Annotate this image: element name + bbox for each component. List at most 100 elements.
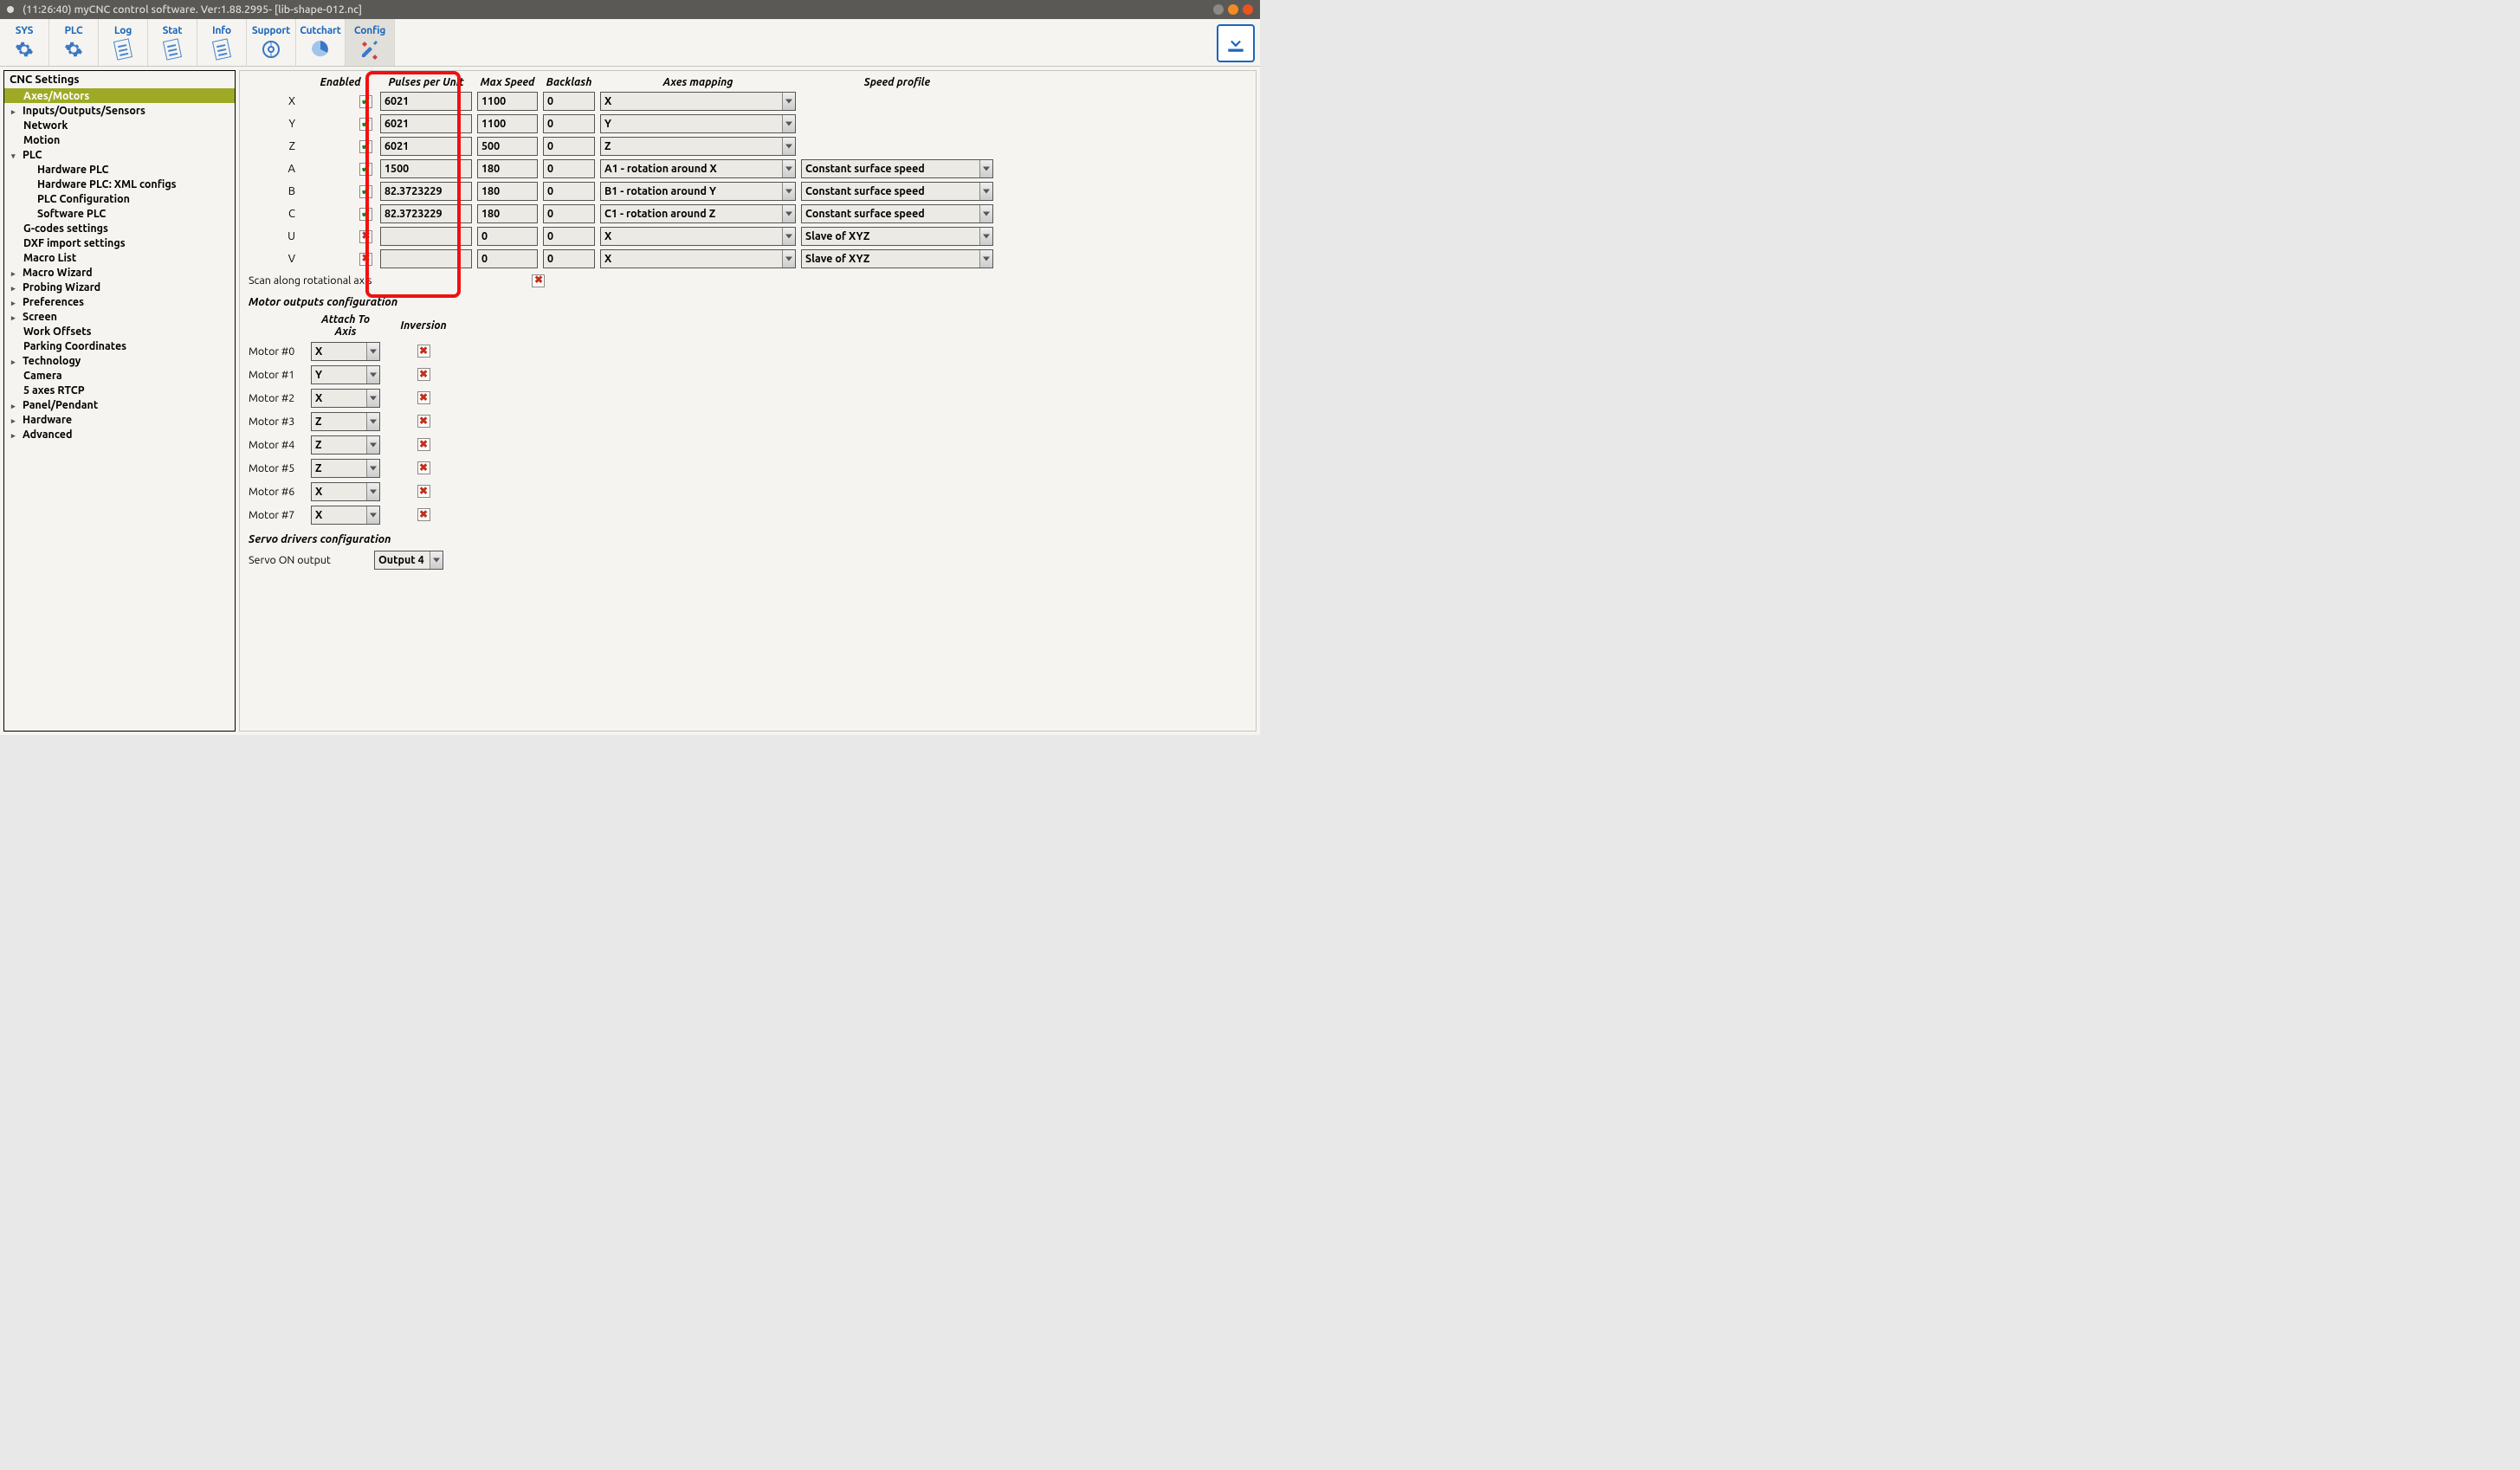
profile-select[interactable]: Slave of XYZ: [801, 249, 993, 268]
sidebar-item[interactable]: Hardware PLC: XML configs: [4, 177, 235, 191]
app-menu-dot[interactable]: [7, 6, 14, 13]
motor-axis-select[interactable]: Z: [311, 412, 380, 431]
backlash-input[interactable]: [543, 249, 595, 268]
servo-output-select[interactable]: Output 4: [374, 551, 443, 570]
maxspeed-input[interactable]: [477, 249, 538, 268]
minimize-button[interactable]: [1213, 4, 1224, 15]
axis-enabled-checkbox[interactable]: [359, 185, 372, 198]
toolbar-stat[interactable]: Stat: [148, 19, 197, 66]
motor-inversion-checkbox[interactable]: [417, 508, 430, 521]
axis-enabled-checkbox[interactable]: [359, 95, 372, 108]
ppu-input[interactable]: [380, 114, 472, 133]
motor-axis-select[interactable]: Y: [311, 365, 380, 384]
sidebar-item[interactable]: ▸Panel/Pendant: [4, 397, 235, 412]
maxspeed-input[interactable]: [477, 159, 538, 178]
toolbar-info[interactable]: Info: [197, 19, 247, 66]
toolbar-cutchart[interactable]: Cutchart: [296, 19, 346, 66]
motor-axis-select[interactable]: X: [311, 389, 380, 408]
mapping-select[interactable]: X: [600, 227, 796, 246]
backlash-input[interactable]: [543, 114, 595, 133]
sidebar-item[interactable]: Parking Coordinates: [4, 338, 235, 353]
axis-enabled-checkbox[interactable]: [359, 230, 372, 243]
ppu-input[interactable]: [380, 137, 472, 156]
backlash-input[interactable]: [543, 204, 595, 223]
backlash-input[interactable]: [543, 92, 595, 111]
sidebar-item[interactable]: ▸Probing Wizard: [4, 280, 235, 294]
sidebar-item[interactable]: ▸Macro Wizard: [4, 265, 235, 280]
sidebar-item[interactable]: Camera: [4, 368, 235, 383]
motor-axis-select[interactable]: X: [311, 506, 380, 525]
sidebar-item[interactable]: Motion: [4, 132, 235, 147]
sidebar-item[interactable]: G-codes settings: [4, 221, 235, 235]
backlash-input[interactable]: [543, 227, 595, 246]
maxspeed-input[interactable]: [477, 137, 538, 156]
sidebar-item[interactable]: Network: [4, 118, 235, 132]
ppu-input[interactable]: [380, 204, 472, 223]
maxspeed-input[interactable]: [477, 92, 538, 111]
sidebar-item[interactable]: Work Offsets: [4, 324, 235, 338]
sidebar-item[interactable]: ▸Screen: [4, 309, 235, 324]
maxspeed-input[interactable]: [477, 204, 538, 223]
ppu-input[interactable]: [380, 92, 472, 111]
ppu-input[interactable]: [380, 159, 472, 178]
axis-enabled-checkbox[interactable]: [359, 163, 372, 176]
motor-inversion-checkbox[interactable]: [417, 438, 430, 451]
axis-enabled-checkbox[interactable]: [359, 208, 372, 221]
mapping-select[interactable]: X: [600, 249, 796, 268]
profile-select[interactable]: Constant surface speed: [801, 182, 993, 201]
axis-enabled-checkbox[interactable]: [359, 253, 372, 266]
ppu-input[interactable]: [380, 249, 472, 268]
sidebar-item[interactable]: Hardware PLC: [4, 162, 235, 177]
sidebar-item[interactable]: 5 axes RTCP: [4, 383, 235, 397]
sidebar-item[interactable]: ▸Technology: [4, 353, 235, 368]
sidebar-item[interactable]: ▸Hardware: [4, 412, 235, 427]
profile-select[interactable]: Slave of XYZ: [801, 227, 993, 246]
mapping-select[interactable]: X: [600, 92, 796, 111]
motor-axis-select[interactable]: Z: [311, 435, 380, 455]
toolbar-plc[interactable]: PLC: [49, 19, 99, 66]
maxspeed-input[interactable]: [477, 227, 538, 246]
mapping-select[interactable]: C1 - rotation around Z: [600, 204, 796, 223]
motor-inversion-checkbox[interactable]: [417, 485, 430, 498]
sidebar-item[interactable]: ▾PLC: [4, 147, 235, 162]
scan-checkbox[interactable]: [532, 274, 545, 287]
ppu-input[interactable]: [380, 182, 472, 201]
toolbar-config[interactable]: Config: [346, 19, 395, 66]
sidebar-item[interactable]: DXF import settings: [4, 235, 235, 250]
motor-axis-select[interactable]: X: [311, 482, 380, 501]
backlash-input[interactable]: [543, 182, 595, 201]
sidebar-item[interactable]: PLC Configuration: [4, 191, 235, 206]
maxspeed-input[interactable]: [477, 114, 538, 133]
mapping-select[interactable]: A1 - rotation around X: [600, 159, 796, 178]
motor-axis-select[interactable]: X: [311, 342, 380, 361]
sidebar-item[interactable]: ▸Preferences: [4, 294, 235, 309]
close-button[interactable]: [1243, 4, 1253, 15]
motor-inversion-checkbox[interactable]: [417, 345, 430, 358]
maxspeed-input[interactable]: [477, 182, 538, 201]
profile-select[interactable]: Constant surface speed: [801, 159, 993, 178]
axis-enabled-checkbox[interactable]: [359, 118, 372, 131]
sidebar-item[interactable]: Macro List: [4, 250, 235, 265]
toolbar-support[interactable]: Support: [247, 19, 296, 66]
ppu-input[interactable]: [380, 227, 472, 246]
backlash-input[interactable]: [543, 159, 595, 178]
toolbar-sys[interactable]: SYS: [0, 19, 49, 66]
maximize-button[interactable]: [1228, 4, 1238, 15]
backlash-input[interactable]: [543, 137, 595, 156]
motor-inversion-checkbox[interactable]: [417, 391, 430, 404]
sidebar-item[interactable]: Software PLC: [4, 206, 235, 221]
motor-inversion-checkbox[interactable]: [417, 368, 430, 381]
mapping-select[interactable]: Y: [600, 114, 796, 133]
sidebar-item[interactable]: ▸Advanced: [4, 427, 235, 442]
save-button[interactable]: [1217, 24, 1255, 62]
mapping-select[interactable]: Z: [600, 137, 796, 156]
toolbar-log[interactable]: Log: [99, 19, 148, 66]
profile-select[interactable]: Constant surface speed: [801, 204, 993, 223]
motor-axis-select[interactable]: Z: [311, 459, 380, 478]
motor-inversion-checkbox[interactable]: [417, 415, 430, 428]
motor-inversion-checkbox[interactable]: [417, 461, 430, 474]
sidebar-item[interactable]: Axes/Motors: [4, 88, 235, 103]
mapping-select[interactable]: B1 - rotation around Y: [600, 182, 796, 201]
sidebar-item[interactable]: ▸Inputs/Outputs/Sensors: [4, 103, 235, 118]
axis-enabled-checkbox[interactable]: [359, 140, 372, 153]
